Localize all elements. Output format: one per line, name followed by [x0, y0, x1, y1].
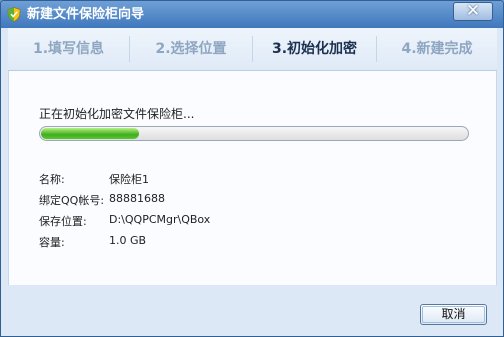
step-fill-info: 1.填写信息 — [32, 41, 105, 57]
info-value: 88881688 — [109, 192, 165, 205]
progress-bar — [39, 126, 469, 141]
window-title: 新建文件保险柜向导 — [27, 7, 145, 22]
step-create-complete: 4.新建完成 — [401, 41, 473, 57]
close-icon: ✕ — [465, 1, 481, 21]
info-value: 1.0 GB — [109, 234, 147, 247]
step-init-encryption: 3.初始化加密 — [271, 41, 358, 57]
info-value: 保险柜1 — [109, 173, 149, 186]
wizard-steps: 1.填写信息 2.选择位置 3.初始化加密 4.新建完成 — [8, 28, 497, 71]
step-choose-location: 2.选择位置 — [155, 41, 227, 57]
title-bar[interactable]: 新建文件保险柜向导 ✕ — [1, 1, 503, 28]
info-label: 容量: — [39, 236, 65, 249]
close-button[interactable]: ✕ — [453, 1, 493, 21]
progress-status: 正在初始化加密文件保险柜... — [39, 107, 195, 121]
shield-icon — [7, 7, 21, 22]
info-label: 保存位置: — [39, 215, 87, 228]
info-label: 名称: — [39, 173, 65, 186]
info-value: D:\QQPCMgr\QBox — [109, 213, 211, 226]
cancel-button[interactable]: 取消 — [420, 304, 487, 325]
wizard-content: 正在初始化加密文件保险柜... 名称: 保险柜1 绑定QQ帐号: 8888168… — [8, 71, 497, 285]
wizard-window: 新建文件保险柜向导 ✕ 1.填写信息 2.选择位置 3.初始化加密 4.新建完成… — [0, 0, 504, 337]
info-label: 绑定QQ帐号: — [39, 194, 105, 207]
progress-fill — [41, 128, 139, 139]
